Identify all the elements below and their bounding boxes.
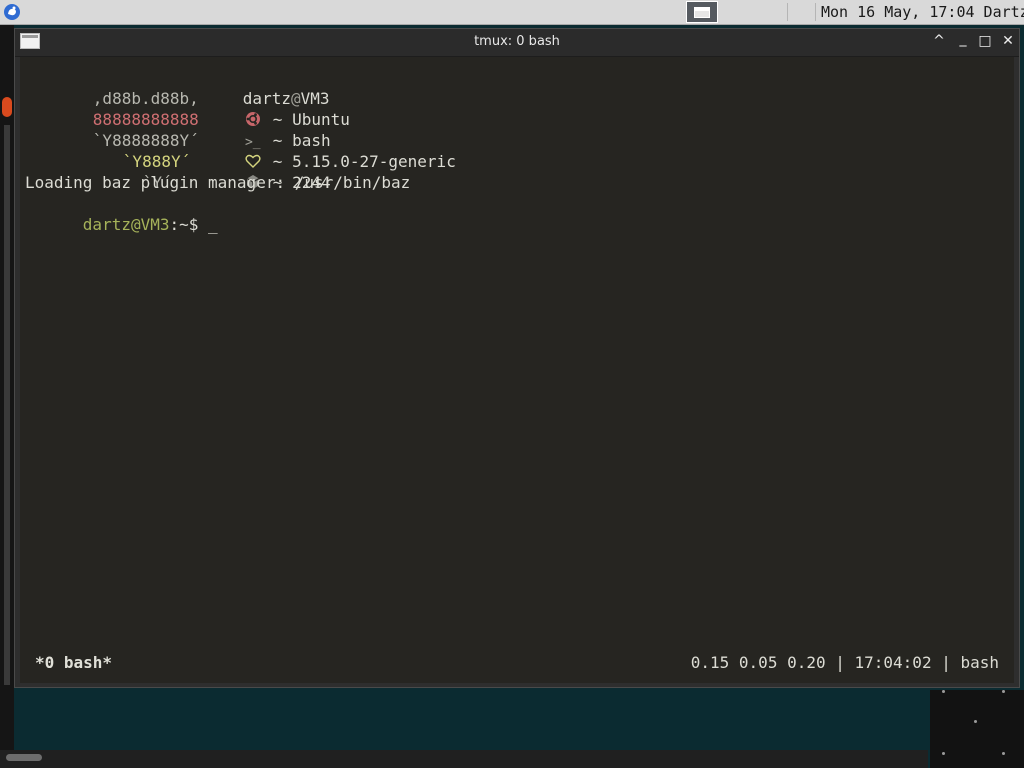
- firefox-icon: [2, 97, 12, 117]
- prompt-line[interactable]: dartz@VM3:~$ _: [25, 193, 218, 234]
- background-panel: [930, 690, 1024, 768]
- panel-clock[interactable]: Mon 16 May, 17:04 Dartz: [821, 3, 1024, 21]
- terminal-output[interactable]: ,d88b.d88b, dartz@VM3 88888888888 ~ Ubuntu…: [20, 57, 1014, 683]
- terminal-line: `Y8888888Y´ >_ ~ bash: [25, 109, 331, 150]
- prompt-path: :~$: [169, 215, 199, 234]
- panel-separator: [787, 3, 788, 21]
- tmux-status-right: 0.15 0.05 0.20 | 17:04:02 | bash: [690, 653, 999, 672]
- top-panel: Mon 16 May, 17:04 Dartz: [0, 0, 1024, 25]
- close-button[interactable]: ✕: [999, 32, 1017, 50]
- tmux-window-label[interactable]: *0 bash*: [35, 653, 112, 672]
- terminal-line: `Y888Y´ ~ 5.15.0-27-generic: [25, 130, 456, 171]
- scrollbar-thumb[interactable]: [6, 754, 42, 761]
- terminal-line: `Y´ ~ 2244: [25, 151, 331, 192]
- window-icon: [694, 7, 710, 18]
- background-scrollbar: [4, 125, 10, 685]
- maximize-button[interactable]: □: [976, 32, 994, 50]
- terminal-window[interactable]: tmux: 0 bash ^ _ □ ✕ ,d88b.d88b, dartz@VM…: [14, 28, 1020, 688]
- app-menu-icon[interactable]: [3, 3, 21, 21]
- panel-separator: [815, 3, 816, 21]
- terminal-line: 88888888888 ~ Ubuntu: [25, 88, 350, 129]
- window-titlebar[interactable]: tmux: 0 bash ^ _ □ ✕: [15, 29, 1019, 57]
- terminal-cursor: _: [208, 215, 218, 234]
- background-horizontal-scrollbar[interactable]: [0, 750, 928, 768]
- terminal-line: ,d88b.d88b, dartz@VM3: [25, 67, 330, 108]
- window-title: tmux: 0 bash: [474, 34, 560, 49]
- loading-line: Loading baz plugin manager: /usr/bin/baz: [25, 173, 411, 192]
- taskbar-window-button[interactable]: [686, 1, 718, 23]
- shade-button[interactable]: ^: [930, 32, 948, 50]
- minimize-button[interactable]: _: [954, 30, 972, 48]
- prompt-user-host: dartz@VM3: [82, 215, 170, 234]
- background-window-strip: [0, 25, 14, 768]
